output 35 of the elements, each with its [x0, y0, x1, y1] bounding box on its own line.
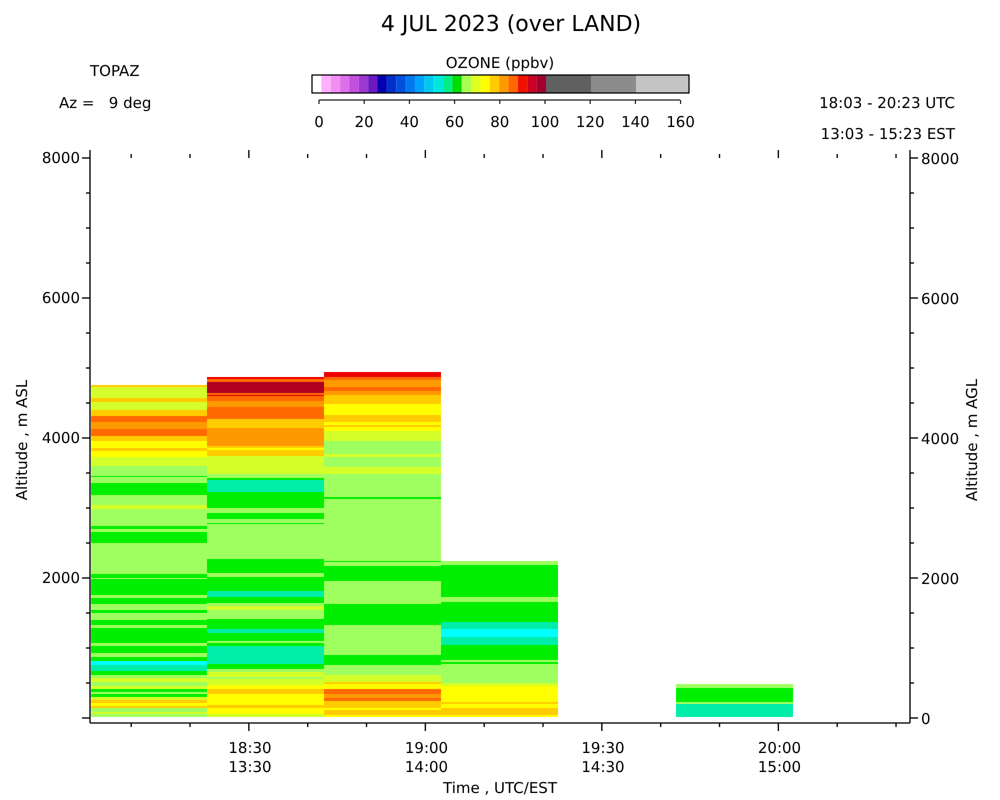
- x-tick-label: 14:30: [581, 758, 625, 776]
- colorbar-title: OZONE (ppbv): [446, 54, 554, 72]
- y-tick-label: 4000: [921, 430, 960, 448]
- y-tick-label: 0: [921, 710, 931, 728]
- plot-title: 4 JUL 2023 (over LAND): [380, 12, 642, 37]
- y-tick-label: 2000: [921, 570, 960, 588]
- colorbar-tick-label: 80: [490, 113, 510, 131]
- azimuth-label: Az = 9 deg: [59, 94, 152, 112]
- x-tick-label: 20:00: [758, 739, 802, 757]
- colorbar-tick-label: 140: [621, 113, 650, 131]
- colorbar-tick-label: 40: [400, 113, 419, 131]
- y-tick-label: 6000: [42, 289, 80, 307]
- x-axis-label: Time , UTC/EST: [443, 779, 557, 797]
- y-tick-label: 2000: [42, 569, 80, 587]
- x-tick-label: 19:30: [581, 739, 625, 757]
- est-time-range: 13:03 - 15:23 EST: [820, 125, 955, 143]
- colorbar-tick-label: 20: [354, 113, 374, 131]
- site-name: TOPAZ: [90, 62, 140, 80]
- x-tick-label: 15:00: [758, 758, 802, 776]
- utc-time-range: 18:03 - 20:23 UTC: [819, 94, 955, 112]
- colorbar-tick-label: 120: [576, 113, 605, 131]
- y-tick-label: 8000: [42, 149, 80, 167]
- x-tick-label: 18:30: [228, 739, 272, 757]
- x-tick-label: 14:00: [404, 758, 448, 776]
- y-tick-label: 6000: [921, 290, 960, 308]
- y-axis-label: Altitude , m AGL: [963, 378, 981, 502]
- x-tick-label: 13:30: [228, 758, 272, 776]
- x-tick-label: 19:00: [404, 739, 448, 757]
- colorbar-tick-label: 60: [445, 113, 464, 131]
- y-tick-label: 4000: [42, 429, 80, 447]
- colorbar-tick-label: 160: [666, 113, 695, 131]
- colorbar-tick-label: 100: [530, 113, 560, 131]
- colorbar-tick-label: 0: [314, 113, 324, 131]
- y-tick-label: 8000: [921, 150, 960, 168]
- y-axis-label: Altitude , m ASL: [13, 380, 31, 500]
